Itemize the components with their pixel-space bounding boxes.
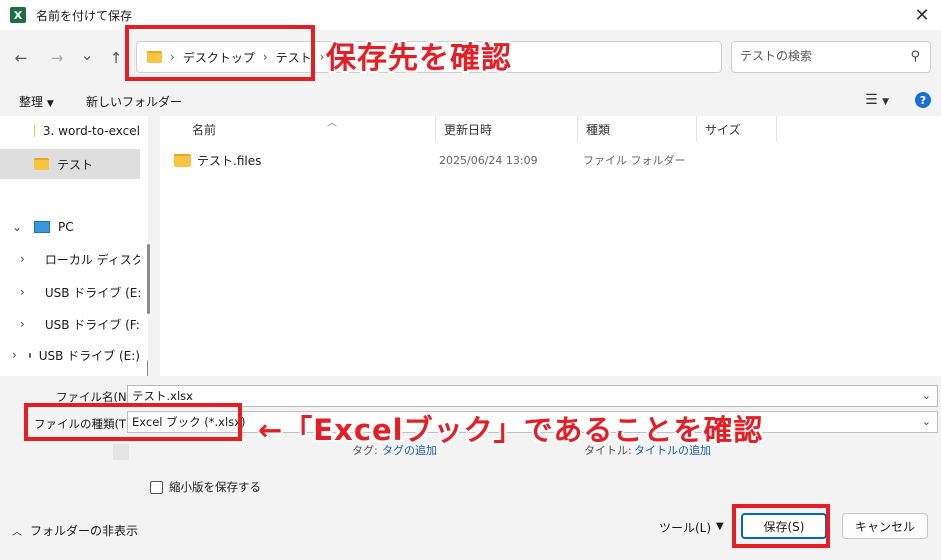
- organize-label: 整理: [19, 95, 44, 109]
- save-thumbnail-checkbox[interactable]: [150, 480, 163, 494]
- caret-down-icon: ▼: [46, 99, 54, 109]
- sidebar-item-label: USB ドライブ (E:): [44, 285, 140, 300]
- chevron-down-icon[interactable]: ⌄: [12, 220, 22, 234]
- up-button[interactable]: ↑: [105, 47, 127, 69]
- chevron-down-icon[interactable]: ⌄: [922, 415, 931, 428]
- hide-folders-toggle[interactable]: ︿ フォルダーの非表示: [12, 522, 138, 539]
- filetype-annotation: ←「Excelブック」であることを確認: [258, 413, 764, 447]
- sidebar-scrollbar[interactable]: [147, 360, 148, 376]
- close-icon: ✕: [914, 4, 930, 26]
- search-icon[interactable]: ⚲: [910, 49, 920, 64]
- cancel-button[interactable]: キャンセル: [842, 513, 928, 539]
- chevron-right-icon[interactable]: ›: [12, 348, 17, 362]
- arrow-left-icon: ←: [14, 49, 28, 67]
- folder-icon: [34, 158, 49, 170]
- column-header-label: サイズ: [705, 122, 741, 137]
- save-thumbnail-option[interactable]: 縮小版を保存する: [150, 479, 261, 495]
- file-name: テスト.files: [197, 153, 262, 168]
- close-button[interactable]: ✕: [909, 2, 935, 28]
- chevron-right-icon[interactable]: ›: [20, 317, 25, 331]
- sidebar-item-label: ローカル ディスク (C:): [44, 252, 140, 267]
- chevron-up-icon: ︿: [12, 527, 22, 538]
- arrow-up-icon: ↑: [109, 49, 123, 67]
- sidebar-item-test[interactable]: テスト: [0, 149, 140, 179]
- filetype-highlight-box: [24, 403, 242, 441]
- sidebar-item-usb-f[interactable]: › USB ドライブ (F:): [0, 309, 140, 339]
- sidebar-item-usb-e[interactable]: › USB ドライブ (E:): [0, 277, 140, 307]
- sidebar-item-usb-e-root[interactable]: › USB ドライブ (E:): [0, 340, 140, 370]
- help-icon[interactable]: ?: [915, 92, 931, 108]
- sidebar-item-label: テスト: [57, 157, 94, 172]
- folder-icon: [34, 125, 35, 137]
- organize-menu[interactable]: 整理 ▼: [19, 93, 54, 110]
- tools-menu[interactable]: ツール(L): [659, 519, 711, 536]
- column-header-label: 更新日時: [444, 122, 493, 137]
- column-header-modified[interactable]: 更新日時: [436, 116, 578, 142]
- file-modified: 2025/06/24 13:09: [439, 153, 538, 167]
- search-input[interactable]: [740, 49, 900, 63]
- column-header-name[interactable]: 名前 ︿: [184, 116, 436, 142]
- caret-down-icon: ▼: [882, 97, 889, 107]
- arrow-right-icon: →: [50, 49, 64, 67]
- navigation-pane: 3. word-to-excel テスト ⌄ PC › ローカル ディスク (C…: [0, 116, 148, 376]
- chevron-down-icon: ⌄: [80, 46, 94, 64]
- breadcrumb-separator[interactable]: ›: [320, 50, 325, 64]
- window-title: 名前を付けて保存: [36, 8, 133, 23]
- list-view-icon: ☰: [865, 92, 878, 108]
- sidebar-item-label: USB ドライブ (E:): [38, 348, 140, 363]
- chevron-down-icon[interactable]: ⌄: [922, 389, 931, 402]
- sidebar-item-local-disk[interactable]: › ローカル ディスク (C:): [0, 244, 140, 274]
- excel-app-icon: X: [10, 7, 26, 23]
- save-highlight-box: [732, 504, 830, 548]
- search-box[interactable]: ⚲: [731, 41, 931, 73]
- column-header-size[interactable]: サイズ: [697, 116, 777, 142]
- sidebar-scrollbar-thumb[interactable]: [147, 244, 150, 314]
- destination-annotation: 保存先を確認: [326, 41, 512, 76]
- caret-down-icon[interactable]: ▼: [716, 521, 724, 532]
- save-thumbnail-label: 縮小版を保存する: [169, 480, 261, 494]
- sidebar-item-label: USB ドライブ (F:): [44, 317, 140, 332]
- folder-icon: [174, 153, 191, 167]
- new-folder-button[interactable]: 新しいフォルダー: [86, 93, 182, 110]
- back-button[interactable]: ←: [10, 47, 32, 69]
- sidebar-item-label: 3. word-to-excel: [42, 124, 140, 138]
- thumbnail-preview: [113, 444, 129, 460]
- recent-locations-button[interactable]: ⌄: [76, 44, 98, 66]
- column-header-type[interactable]: 種類: [578, 116, 697, 142]
- forward-button[interactable]: →: [46, 47, 68, 69]
- chevron-right-icon[interactable]: ›: [20, 285, 25, 299]
- sidebar-item-label: PC: [58, 220, 74, 234]
- pc-icon: [34, 221, 50, 233]
- view-options-button[interactable]: ☰ ▼: [865, 92, 889, 108]
- destination-highlight-box: [125, 25, 315, 81]
- sort-ascending-icon: ︿: [327, 118, 337, 129]
- sidebar-item-pc[interactable]: ⌄ PC: [0, 212, 140, 242]
- file-type: ファイル フォルダー: [583, 154, 686, 167]
- usb-drive-icon: [28, 352, 31, 358]
- file-list: 名前 ︿ 更新日時 種類 サイズ テスト.files 2025/06/24 13…: [160, 116, 941, 376]
- hide-folders-label: フォルダーの非表示: [30, 524, 139, 538]
- column-header-label: 名前: [192, 122, 217, 137]
- command-toolbar: 整理 ▼ 新しいフォルダー ☰ ▼ ?: [0, 84, 941, 116]
- filename-value: テスト.xlsx: [132, 389, 193, 403]
- file-row[interactable]: テスト.files 2025/06/24 13:09 ファイル フォルダー: [174, 148, 774, 172]
- filename-field[interactable]: テスト.xlsx ⌄: [127, 385, 938, 407]
- chevron-right-icon[interactable]: ›: [20, 252, 25, 266]
- sidebar-item-word-to-excel[interactable]: 3. word-to-excel: [0, 116, 140, 146]
- column-header-label: 種類: [586, 122, 611, 137]
